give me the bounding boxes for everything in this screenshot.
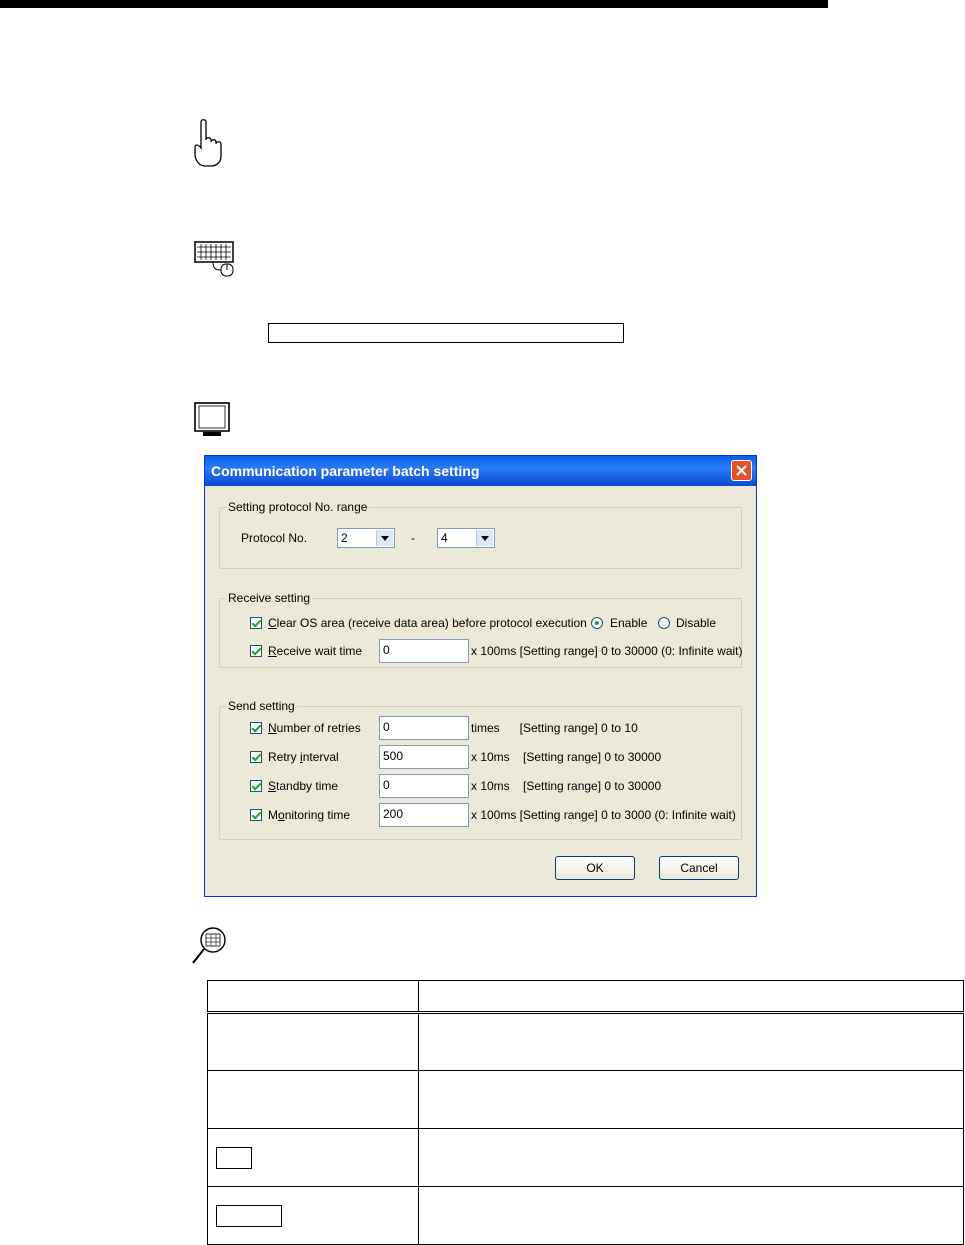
monitoring-time-label: Monitoring time [268,808,351,822]
retry-interval-label: Retry interval [268,750,339,764]
receive-setting-legend: Receive setting [226,590,313,606]
receive-wait-range: x 100ms [Setting range] 0 to 30000 (0: I… [471,644,743,658]
monitor-icon [194,402,230,436]
settings-reference-table [207,980,964,1245]
pointing-hand-icon [194,119,222,167]
table-cell [418,1070,964,1129]
protocol-range-legend: Setting protocol No. range [226,499,370,515]
table-cell [207,1070,419,1129]
ok-button-glyph [216,1146,252,1169]
clear-os-label: Clear OS area (receive data area) before… [268,616,587,630]
table-header-cell [418,980,964,1014]
table-row [207,1128,964,1187]
protocol-range-group: Setting protocol No. range Protocol No. … [219,499,742,569]
enable-radio[interactable] [591,617,603,629]
retry-interval-range: x 10ms [Setting range] 0 to 30000 [471,750,662,764]
page-top-rule [0,0,828,8]
monitoring-time-checkbox[interactable] [250,809,262,821]
table-cell [207,1128,419,1187]
standby-time-checkbox[interactable] [250,780,262,792]
protocol-from-value: 2 [341,531,348,545]
magnifier-icon [192,927,226,964]
close-button[interactable] [731,460,752,481]
retry-interval-checkbox[interactable] [250,751,262,763]
cancel-button-glyph [216,1204,282,1227]
disable-radio[interactable] [658,617,670,629]
protocol-no-label: Protocol No. [241,531,308,545]
chevron-down-icon[interactable] [476,530,493,546]
menu-path-box [268,323,624,343]
chevron-down-icon[interactable] [376,530,393,546]
protocol-to-select[interactable]: 4 [437,528,495,548]
standby-time-label: Standby time [268,779,339,793]
protocol-range-separator: - [411,531,415,545]
protocol-from-select[interactable]: 2 [337,528,395,548]
standby-time-range: x 10ms [Setting range] 0 to 30000 [471,779,662,793]
standby-time-input[interactable]: 0 [379,774,469,798]
send-setting-group: Send setting Number of retries 0 times [… [219,698,742,840]
table-cell [207,1012,419,1071]
table-cell [207,1186,419,1245]
retry-interval-input[interactable]: 500 [379,745,469,769]
receive-setting-group: Receive setting Clear OS area (receive d… [219,590,743,668]
number-of-retries-range: times [Setting range] 0 to 10 [471,721,638,735]
monitoring-time-input[interactable]: 200 [379,803,469,827]
cancel-button[interactable]: Cancel [659,856,739,880]
table-row [207,1186,964,1245]
send-setting-legend: Send setting [226,698,297,714]
table-row [207,1012,964,1071]
table-cell [418,1012,964,1071]
receive-wait-checkbox[interactable] [250,645,262,657]
enable-label: Enable [610,616,648,630]
table-cell [418,1128,964,1187]
receive-wait-label: Receive wait time [268,644,363,658]
monitoring-time-range: x 100ms [Setting range] 0 to 3000 (0: In… [471,808,736,822]
table-header-cell [207,980,419,1014]
table-row [207,1070,964,1129]
number-of-retries-input[interactable]: 0 [379,716,469,740]
number-of-retries-label: Number of retries [268,721,361,735]
clear-os-checkbox[interactable] [250,617,262,629]
table-header-row [207,980,964,1014]
table-cell [418,1186,964,1245]
ok-button[interactable]: OK [555,856,635,880]
number-of-retries-checkbox[interactable] [250,722,262,734]
keyboard-mouse-icon [194,241,234,277]
close-icon [736,465,747,476]
dialog-title: Communication parameter batch setting [205,456,756,486]
disable-label: Disable [676,616,717,630]
communication-parameter-dialog: Communication parameter batch setting Se… [204,455,757,897]
receive-wait-input[interactable]: 0 [379,639,469,663]
protocol-to-value: 4 [441,531,448,545]
